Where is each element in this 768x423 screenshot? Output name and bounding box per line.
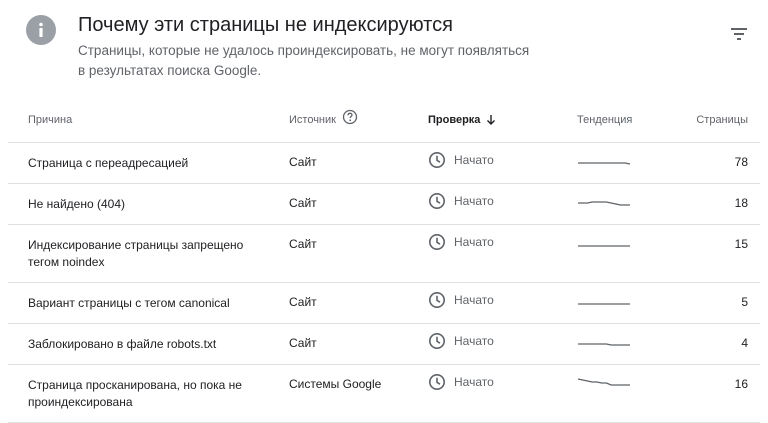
pages-count: 4 [741, 336, 748, 350]
filter-button[interactable] [728, 24, 750, 44]
trend-line [578, 201, 630, 206]
status-label: Начато [454, 235, 494, 249]
column-header-check[interactable]: Проверка [428, 114, 496, 126]
trend-line [578, 343, 630, 346]
help-icon[interactable] [342, 109, 358, 125]
reason-cell: Индексирование страницы запрещено тегом … [28, 238, 244, 269]
reason-cell: Не найдено (404) [28, 197, 126, 211]
trend-sparkline [578, 343, 630, 346]
check-cell: Начато [428, 233, 494, 251]
check-cell: Начато [428, 373, 494, 391]
table-row[interactable]: Индексирование страницы запрещено тегом … [8, 225, 760, 283]
table-row[interactable]: Вариант страницы с тегом canonical Сайт На… [8, 283, 760, 324]
column-header-reason[interactable]: Причина [28, 114, 72, 126]
table-row[interactable]: Не найдено (404) Сайт Начато 18 [8, 184, 760, 225]
clock-icon [429, 193, 445, 209]
check-cell: Начато [428, 151, 494, 169]
source-cell: Сайт [289, 237, 317, 251]
column-header-check-label: Проверка [428, 114, 481, 126]
info-icon [26, 15, 56, 45]
source-cell: Сайт [289, 155, 317, 169]
status-label: Начато [454, 293, 494, 307]
table-header: Причина Источник Проверка Тенденция Стра… [8, 100, 760, 143]
clock-icon [429, 152, 445, 168]
table-row[interactable]: Заблокировано в файле robots.txt Сайт Нача… [8, 324, 760, 365]
pages-count: 78 [734, 155, 748, 169]
table-row[interactable]: Страница с переадресацией Сайт Начато 78 [8, 143, 760, 184]
clock-icon [429, 234, 445, 250]
status-label: Начато [454, 375, 494, 389]
reason-cell: Страница с переадресацией [28, 156, 189, 170]
check-cell: Начато [428, 291, 494, 309]
source-cell: Сайт [289, 295, 317, 309]
column-header-pages[interactable]: Страницы [696, 114, 748, 126]
reason-cell: Страница просканирована, но пока не прои… [28, 378, 242, 409]
check-cell: Начато [428, 332, 494, 350]
trend-sparkline [578, 162, 631, 165]
reason-cell: Вариант страницы с тегом canonical [28, 296, 230, 310]
pages-count: 18 [734, 196, 748, 210]
issues-table: Причина Источник Проверка Тенденция Стра… [8, 100, 760, 423]
trend-sparkline [578, 245, 630, 247]
status-label: Начато [454, 194, 494, 208]
clock-icon [429, 333, 445, 349]
pages-count: 16 [734, 377, 748, 391]
check-cell: Начато [428, 192, 494, 210]
section-header: Почему эти страницы не индексируются Стр… [0, 0, 768, 100]
status-label: Начато [454, 334, 494, 348]
source-cell: Системы Google [289, 377, 382, 391]
status-label: Начато [454, 153, 494, 167]
column-header-source[interactable]: Источник [289, 114, 336, 126]
trend-sparkline [577, 378, 630, 386]
trend-line [578, 162, 631, 165]
clock-icon [429, 374, 445, 390]
trend-sparkline [578, 303, 630, 305]
section-title: Почему эти страницы не индексируются [78, 14, 453, 36]
reason-cell: Заблокировано в файле robots.txt [28, 337, 217, 351]
section-subtitle: Страницы, которые не удалось проиндексир… [78, 43, 530, 78]
clock-icon [429, 292, 445, 308]
column-header-trend[interactable]: Тенденция [577, 114, 632, 126]
trend-sparkline [578, 201, 630, 206]
trend-line [577, 378, 630, 386]
filter-icon [731, 28, 747, 40]
pages-count: 5 [741, 295, 748, 309]
arrow-down-icon [487, 115, 496, 126]
source-cell: Сайт [289, 336, 317, 350]
pages-count: 15 [734, 237, 748, 251]
source-cell: Сайт [289, 196, 317, 210]
table-row[interactable]: Страница просканирована, но пока не прои… [8, 365, 760, 423]
